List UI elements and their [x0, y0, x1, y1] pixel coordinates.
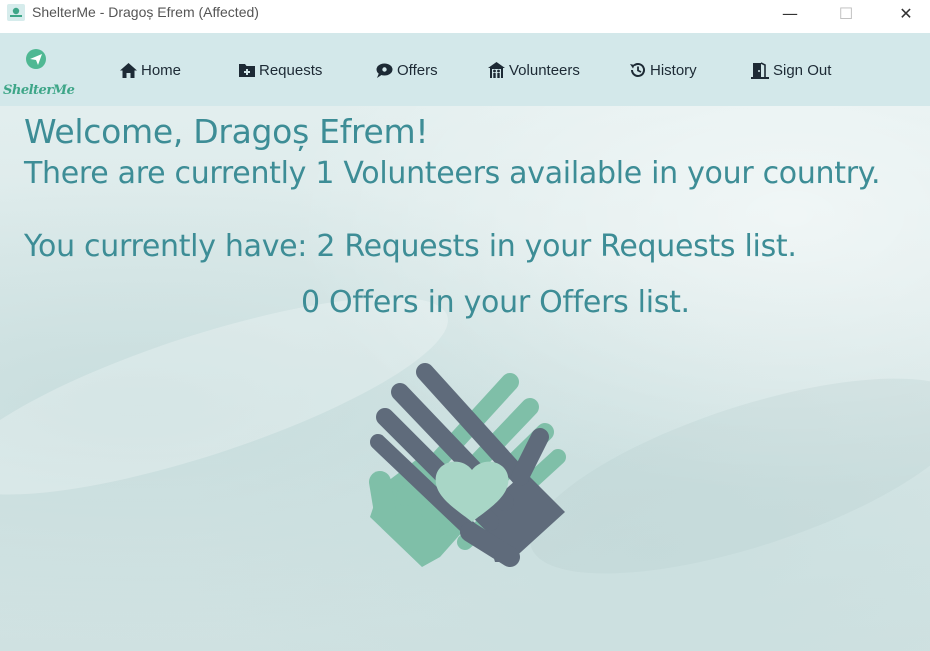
nav-volunteers-label: Volunteers [509, 61, 580, 79]
nav-history-label: History [650, 61, 697, 79]
title-bar: ShelterMe - Dragoș Efrem (Affected) — ☐ … [0, 0, 930, 26]
minimize-button[interactable]: — [767, 0, 813, 26]
nav-offers-label: Offers [397, 61, 438, 79]
nav-requests[interactable]: Requests [239, 60, 322, 80]
main-content: Welcome, Dragoș Efrem! There are current… [0, 106, 930, 651]
logo-text: ShelterMe [3, 83, 75, 98]
nav-requests-label: Requests [259, 61, 323, 79]
nav-history[interactable]: History [629, 60, 697, 80]
door-exit-icon [751, 61, 769, 79]
nav-home[interactable]: Home [120, 60, 181, 80]
window-title: ShelterMe - Dragoș Efrem (Affected) [32, 4, 259, 20]
requests-count-text: You currently have: 2 Requests in your R… [24, 229, 797, 264]
nav-volunteers[interactable]: Volunteers [488, 60, 580, 80]
maximize-button[interactable]: ☐ [823, 0, 869, 26]
history-icon [630, 62, 645, 77]
comment-icon [376, 63, 393, 78]
nav-home-label: Home [141, 61, 182, 79]
people-home-icon [488, 62, 505, 78]
folder-plus-icon [239, 64, 255, 77]
offers-count-text: 0 Offers in your Offers list. [301, 285, 690, 320]
logo[interactable]: ShelterMe [3, 47, 75, 98]
close-button[interactable]: ✕ [883, 0, 929, 26]
navbar: ShelterMe Home Requests Offers Volunteer… [0, 33, 930, 106]
home-icon [120, 62, 137, 78]
nav-sign-out[interactable]: Sign Out [751, 60, 831, 80]
volunteers-count-text: There are currently 1 Volunteers availab… [24, 156, 881, 191]
app-icon [7, 4, 25, 21]
nav-offers[interactable]: Offers [376, 60, 438, 80]
helping-hands-icon [369, 363, 566, 567]
paper-plane-icon [26, 49, 46, 69]
welcome-heading: Welcome, Dragoș Efrem! [24, 112, 429, 151]
nav-sign-out-label: Sign Out [773, 61, 832, 79]
